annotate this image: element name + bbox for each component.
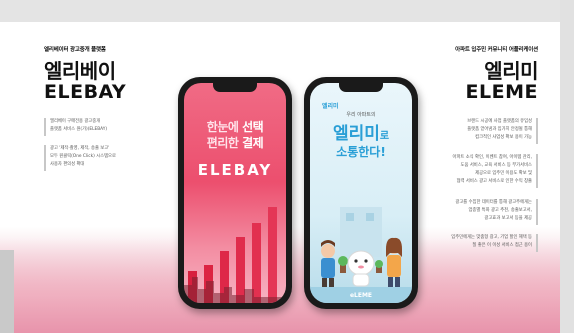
elebay-title-english: ELEBAY [44,81,127,103]
person-hair [386,237,402,257]
desc-line: 사용자 편의성 확대 [50,162,85,167]
eleme-description-2: 아파트 소식 확인, 이벤트 참여, 아이템 관리, 도움 서비스, 교육 서비… [453,154,533,186]
eleme-app-screen: 엘리미 우리 아파트의 엘리미로 소통한다! eLEME [310,83,412,303]
mascot-eye [354,259,358,263]
desc-bar [536,199,538,225]
person-head [321,244,335,258]
elebay-description-2: 광고 '제작·촬영, 제작, 송출 보고' 모두 원클릭(One Click) … [50,145,116,169]
desc-line: 업종별 특화 광고 추천, 송출보고서, [468,208,532,213]
tagline-text: 한눈에 [206,120,243,134]
desc-bar [536,154,538,188]
eleme-title-english: ELEME [465,81,538,103]
headline-suffix: 로 [379,131,390,142]
eleme-small-logo: 엘리미 [322,103,339,110]
eleme-headline: 엘리미로 소통한다! [310,119,412,160]
window-shape [366,213,374,221]
desc-line: 광고효과 보고서 등을 제공 [484,216,532,221]
eleme-description-3: 광고를 수집한 데이터를 통해 광고주에게는 업종별 특화 광고 추천, 송출보… [455,199,532,223]
desc-line: 모두 원클릭(One Click) 시스템으로 [50,154,116,159]
headline-brand: 엘리미 [332,124,380,144]
elebay-brand-text: ELEBAY [197,161,273,179]
mascot-body [347,250,375,276]
brochure-page: 엘리베이터 광고중개 플랫폼 엘리베이 ELEBAY 엘리베이 구매전용 광고중… [0,0,574,333]
window-shape [346,213,354,221]
desc-line: 제공으로 입주민 이용도 확보 및 [475,171,532,176]
eleme-description-1: 브랜드 시공에 사업 플랫폼의 유입성 플랫폼 얻어냄과 입가치 안정될 통해 … [467,118,532,142]
desc-line: 컴크적인 사업성 확보 용이 가능 [475,135,532,140]
plant-leaves [338,256,348,266]
desc-line: 광고를 수집한 데이터를 통해 광고주에게는 [455,200,532,205]
desc-bar [536,234,538,252]
decor-bar [268,207,277,303]
eleme-footer-logo: eLEME [349,292,373,299]
decor-bar [236,237,245,303]
desc-line: 입주민에게는 맞춤형 광고, 기업 할인 혜택 등 [451,235,532,240]
eleme-subtitle: 아파트 입주민 커뮤니티 어플리케이션 [455,47,538,53]
desc-line: 브랜드 시공에 사업 플랫폼의 유입성 [467,119,532,124]
plant-leaves [375,260,383,268]
phone-notch [339,83,383,92]
desc-line: 플랫폼 서비스 원(가)(ELEBAY) [50,127,108,132]
eleme-title-korean: 엘리미 [484,59,538,83]
elebay-app-screen: 한눈에 선택 편리한 결제 ELEBAY [184,83,286,303]
left-edge-tab [0,250,14,333]
mascot-eye [364,259,368,263]
mascot-mouth [358,265,364,269]
city-bar-illustration [184,207,286,303]
top-margin [0,0,574,22]
desc-line: 질 좋은 이 이성 서비스 접근 용이 [472,243,532,248]
elebay-subtitle: 엘리베이터 광고중개 플랫폼 [44,47,106,53]
plant-pot [340,265,346,273]
person-leg [388,277,393,288]
person-body [321,258,335,278]
eleme-description-4: 입주민에게는 맞춤형 광고, 기업 할인 혜택 등 질 좋은 이 이성 서비스 … [451,234,532,250]
mascot-lower [352,273,370,287]
desc-line: 아파트 소식 확인, 이벤트 참여, 아이템 관리, [452,155,533,160]
tagline-text: 편리한 [206,136,243,150]
elebay-phone-mockup: 한눈에 선택 편리한 결제 ELEBAY [178,77,292,309]
tagline-emphasis: 결제 [242,136,264,150]
person-leg [395,277,400,288]
right-margin [560,0,574,333]
desc-line: 도움 서비스, 교육 서비스 등 부가서비스 [460,163,532,168]
desc-bar [44,118,46,136]
headline-line2: 소통한다! [336,145,386,159]
elebay-title-korean: 엘리베이 [44,59,116,83]
residents-illustration [310,207,412,303]
person-leg [322,278,327,288]
desc-line: 협력 서비스 광고 서비스로 인한 수익 창출 [456,179,532,184]
desc-bar [536,118,538,144]
person-body [387,255,401,277]
elebay-description-1: 엘리베이 구매전용 광고중개 플랫폼 서비스 원(가)(ELEBAY) [50,118,107,134]
tagline-emphasis: 선택 [242,120,264,134]
desc-line: 플랫폼 얻어냄과 입가치 안정될 통해 [467,127,532,132]
desc-line: 광고 '제작·촬영, 제작, 송출 보고' [50,146,110,151]
phone-notch [213,83,257,92]
elebay-tagline: 한눈에 선택 편리한 결제 [184,119,286,151]
desc-bar [44,145,46,171]
desc-line: 엘리베이 구매전용 광고중개 [50,119,101,124]
eleme-phone-mockup: 엘리미 우리 아파트의 엘리미로 소통한다! eLEME [304,77,418,309]
person-leg [329,278,334,288]
eleme-small-caption: 우리 아파트의 [346,112,376,118]
